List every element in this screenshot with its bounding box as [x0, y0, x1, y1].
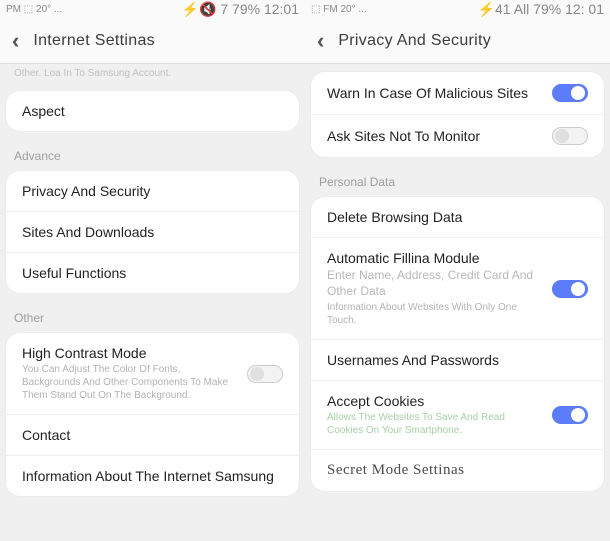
advance-section-label: Advance — [0, 139, 305, 167]
privacy-security-label: Privacy And Security — [22, 183, 283, 199]
info-label: Information About The Internet Samsung — [22, 468, 283, 484]
cookies-sub: Allows The Websites To Save And Read Coo… — [327, 411, 540, 437]
useful-functions-label: Useful Functions — [22, 265, 283, 281]
ask-not-monitor-label: Ask Sites Not To Monitor — [327, 128, 540, 144]
security-card: Warn In Case Of Malicious Sites Ask Site… — [311, 72, 604, 157]
phone-left: PM ⬚ 20° ... ⚡🔇 7 79% 12:01 ‹ Internet S… — [0, 0, 305, 541]
personal-data-label: Personal Data — [305, 165, 610, 193]
status-right: ⚡🔇 7 79% 12:01 — [182, 1, 299, 18]
ask-not-monitor-item[interactable]: Ask Sites Not To Monitor — [311, 115, 604, 157]
page-title: Internet Settinas — [33, 32, 155, 50]
usernames-label: Usernames And Passwords — [327, 352, 588, 368]
phone-right: ⬚ FM 20° ... ⚡41 All 79% 12: 01 ‹ Privac… — [305, 0, 610, 541]
cookies-label: Accept Cookies — [327, 393, 540, 409]
contact-item[interactable]: Contact — [6, 415, 299, 456]
other-card: High Contrast Mode You Can Adjust The Co… — [6, 333, 299, 496]
aspect-label: Aspect — [22, 103, 283, 119]
sites-downloads-label: Sites And Downloads — [22, 224, 283, 240]
sites-downloads-item[interactable]: Sites And Downloads — [6, 212, 299, 253]
high-contrast-toggle[interactable] — [247, 365, 283, 383]
status-bar: ⬚ FM 20° ... ⚡41 All 79% 12: 01 — [305, 0, 610, 18]
header: ‹ Privacy And Security — [305, 18, 610, 64]
status-bar: PM ⬚ 20° ... ⚡🔇 7 79% 12:01 — [0, 0, 305, 18]
auto-fill-sub1: Enter Name, Address, Credit Card And Oth… — [327, 268, 540, 299]
cookies-toggle[interactable] — [552, 406, 588, 424]
advance-card: Privacy And Security Sites And Downloads… — [6, 171, 299, 293]
auto-fill-item[interactable]: Automatic Fillina Module Enter Name, Add… — [311, 238, 604, 340]
high-contrast-sub: You Can Adjust The Color Of Fonts, Backg… — [22, 363, 235, 402]
page-title: Privacy And Security — [338, 32, 491, 50]
warn-malicious-toggle[interactable] — [552, 84, 588, 102]
usernames-item[interactable]: Usernames And Passwords — [311, 340, 604, 381]
aspect-card: Aspect — [6, 91, 299, 131]
useful-functions-item[interactable]: Useful Functions — [6, 253, 299, 293]
high-contrast-item[interactable]: High Contrast Mode You Can Adjust The Co… — [6, 333, 299, 415]
status-right: ⚡41 All 79% 12: 01 — [478, 1, 604, 18]
info-item[interactable]: Information About The Internet Samsung — [6, 456, 299, 496]
status-left: ⬚ FM 20° ... — [311, 4, 367, 15]
privacy-security-item[interactable]: Privacy And Security — [6, 171, 299, 212]
aspect-item[interactable]: Aspect — [6, 91, 299, 131]
auto-fill-sub2: Information About Websites With Only One… — [327, 301, 540, 327]
back-icon[interactable]: ‹ — [317, 28, 324, 54]
auto-fill-toggle[interactable] — [552, 280, 588, 298]
personal-card: Delete Browsing Data Automatic Fillina M… — [311, 197, 604, 491]
login-banner[interactable]: Other. Loa In To Samsung Account. — [0, 64, 305, 87]
contact-label: Contact — [22, 427, 283, 443]
secret-mode-label: Secret Mode Settinas — [327, 462, 588, 479]
ask-not-monitor-toggle[interactable] — [552, 127, 588, 145]
warn-malicious-label: Warn In Case Of Malicious Sites — [327, 85, 540, 101]
other-section-label: Other — [0, 301, 305, 329]
status-left: PM ⬚ 20° ... — [6, 4, 62, 15]
delete-browsing-item[interactable]: Delete Browsing Data — [311, 197, 604, 238]
cookies-item[interactable]: Accept Cookies Allows The Websites To Sa… — [311, 381, 604, 450]
header: ‹ Internet Settinas — [0, 18, 305, 64]
delete-browsing-label: Delete Browsing Data — [327, 209, 588, 225]
secret-mode-item[interactable]: Secret Mode Settinas — [311, 450, 604, 491]
high-contrast-label: High Contrast Mode — [22, 345, 235, 361]
warn-malicious-item[interactable]: Warn In Case Of Malicious Sites — [311, 72, 604, 115]
auto-fill-label: Automatic Fillina Module — [327, 250, 540, 266]
back-icon[interactable]: ‹ — [12, 28, 19, 54]
